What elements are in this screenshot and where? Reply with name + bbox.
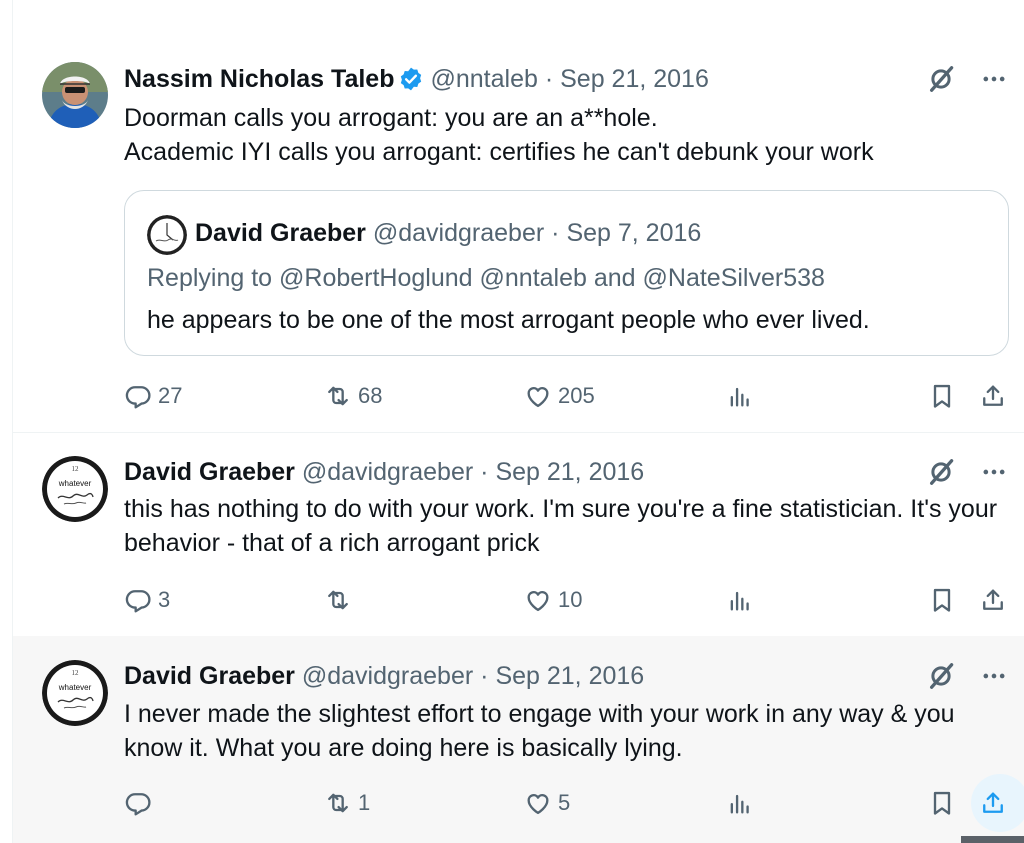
more-icon[interactable] bbox=[980, 662, 1008, 690]
tweet-text: Doorman calls you arrogant: you are an a… bbox=[124, 101, 1004, 169]
views-button[interactable] bbox=[726, 376, 754, 416]
avatar[interactable]: 12 whatever bbox=[42, 456, 108, 522]
repost-icon bbox=[328, 793, 348, 813]
tweet-main[interactable]: Nassim Nicholas Taleb @nntaleb · Sep 21,… bbox=[13, 0, 1024, 433]
clock-number: 12 bbox=[72, 669, 80, 677]
bookmark-button[interactable] bbox=[928, 783, 956, 823]
tweet-reply[interactable]: 12 whatever David Graeber @davidgraeber … bbox=[13, 434, 1024, 636]
tweet-header: Nassim Nicholas Taleb @nntaleb · Sep 21,… bbox=[124, 64, 709, 94]
replying-to: Replying to @RobertHoglund @nntaleb and … bbox=[147, 264, 825, 292]
tweet-header: David Graeber @davidgraeber · Sep 21, 20… bbox=[124, 661, 644, 691]
bookmark-icon bbox=[933, 791, 951, 815]
tweet-top-actions bbox=[926, 661, 1008, 691]
author-name[interactable]: David Graeber bbox=[124, 458, 295, 486]
clock-word: whatever bbox=[58, 479, 92, 488]
reply-button[interactable]: 3 bbox=[124, 580, 170, 620]
share-button[interactable] bbox=[979, 376, 1007, 416]
bookmark-button[interactable] bbox=[928, 376, 956, 416]
bookmark-icon bbox=[933, 384, 951, 408]
scroll-indicator bbox=[961, 836, 1024, 843]
share-icon bbox=[983, 589, 1003, 610]
share-icon bbox=[983, 385, 1003, 406]
heart-icon bbox=[527, 793, 549, 815]
repost-icon bbox=[328, 386, 348, 406]
author-name[interactable]: David Graeber bbox=[124, 662, 295, 690]
author-handle[interactable]: @davidgraeber bbox=[302, 662, 473, 690]
quote-author-name[interactable]: David Graeber bbox=[195, 219, 366, 247]
heart-icon bbox=[527, 386, 549, 408]
quote-author-handle[interactable]: @davidgraeber bbox=[373, 219, 544, 247]
clock-word: whatever bbox=[58, 683, 92, 692]
clock-number: 12 bbox=[72, 465, 80, 473]
quote-text: he appears to be one of the most arrogan… bbox=[147, 306, 870, 334]
more-icon[interactable] bbox=[980, 458, 1008, 486]
repost-icon bbox=[328, 590, 348, 610]
grok-icon[interactable] bbox=[926, 661, 956, 691]
more-icon[interactable] bbox=[980, 65, 1008, 93]
views-icon bbox=[730, 794, 749, 814]
repost-button[interactable]: 68 bbox=[324, 376, 382, 416]
reply-button[interactable] bbox=[124, 783, 158, 823]
action-bar: 27 68 205 bbox=[124, 376, 1014, 416]
quote-date: Sep 7, 2016 bbox=[566, 219, 702, 247]
tweet-text-line: Academic IYI calls you arrogant: certifi… bbox=[124, 138, 874, 166]
reply-icon bbox=[125, 386, 151, 409]
views-button[interactable] bbox=[726, 580, 754, 620]
tweet-text-line: Doorman calls you arrogant: you are an a… bbox=[124, 104, 658, 132]
tweet-date[interactable]: Sep 21, 2016 bbox=[495, 458, 644, 486]
separator-dot: · bbox=[551, 219, 560, 247]
separator-dot: · bbox=[480, 458, 489, 486]
reply-count: 3 bbox=[158, 587, 171, 612]
tweet-text-line: I never made the slightest effort to eng… bbox=[124, 700, 955, 762]
repost-button[interactable]: 1 bbox=[324, 783, 370, 823]
avatar[interactable]: 12 whatever bbox=[42, 660, 108, 726]
like-count: 205 bbox=[558, 383, 595, 408]
tweet-top-actions bbox=[926, 64, 1008, 94]
bookmark-button[interactable] bbox=[928, 580, 956, 620]
reply-icon bbox=[125, 590, 151, 613]
tweet-text-line: this has nothing to do with your work. I… bbox=[124, 495, 998, 557]
action-bar: 1 5 bbox=[124, 774, 1024, 832]
heart-icon bbox=[527, 590, 549, 612]
tweet-date[interactable]: Sep 21, 2016 bbox=[560, 65, 709, 93]
thread-page: Nassim Nicholas Taleb @nntaleb · Sep 21,… bbox=[0, 0, 1024, 843]
separator-dot: · bbox=[480, 662, 489, 690]
reply-count: 27 bbox=[158, 383, 183, 408]
repost-button[interactable] bbox=[324, 580, 358, 620]
views-icon bbox=[730, 387, 749, 407]
views-icon bbox=[730, 591, 749, 611]
tweet-top-actions bbox=[926, 457, 1008, 487]
reply-icon bbox=[125, 793, 151, 816]
tweet-text: I never made the slightest effort to eng… bbox=[124, 697, 1004, 765]
share-button[interactable] bbox=[971, 774, 1024, 832]
author-handle[interactable]: @davidgraeber bbox=[302, 458, 473, 486]
like-button[interactable]: 205 bbox=[524, 376, 595, 416]
tweet-date[interactable]: Sep 21, 2016 bbox=[495, 662, 644, 690]
separator-dot: · bbox=[544, 65, 554, 93]
like-count: 10 bbox=[558, 587, 583, 612]
action-bar: 3 10 bbox=[124, 580, 1014, 620]
like-button[interactable]: 10 bbox=[524, 580, 582, 620]
share-icon bbox=[983, 792, 1003, 813]
quote-avatar[interactable] bbox=[147, 215, 187, 255]
like-count: 5 bbox=[558, 790, 571, 815]
tweet-text: this has nothing to do with your work. I… bbox=[124, 492, 1004, 560]
tweet-reply[interactable]: 12 whatever David Graeber @davidgraeber … bbox=[13, 636, 1024, 843]
author-name[interactable]: Nassim Nicholas Taleb bbox=[124, 65, 394, 93]
quote-header: David Graeber @davidgraeber · Sep 7, 201… bbox=[195, 218, 701, 248]
reply-button[interactable]: 27 bbox=[124, 376, 182, 416]
bookmark-icon bbox=[933, 588, 951, 612]
like-button[interactable]: 5 bbox=[524, 783, 570, 823]
verified-badge-icon bbox=[401, 67, 422, 91]
repost-count: 68 bbox=[358, 383, 383, 408]
tweet-header: David Graeber @davidgraeber · Sep 21, 20… bbox=[124, 457, 644, 487]
grok-icon[interactable] bbox=[926, 64, 956, 94]
grok-icon[interactable] bbox=[926, 457, 956, 487]
avatar[interactable] bbox=[42, 62, 108, 128]
views-button[interactable] bbox=[726, 783, 754, 823]
share-button[interactable] bbox=[979, 580, 1007, 620]
repost-count: 1 bbox=[358, 790, 371, 815]
quoted-tweet[interactable]: David Graeber @davidgraeber · Sep 7, 201… bbox=[124, 190, 1009, 356]
author-handle[interactable]: @nntaleb bbox=[430, 65, 537, 93]
